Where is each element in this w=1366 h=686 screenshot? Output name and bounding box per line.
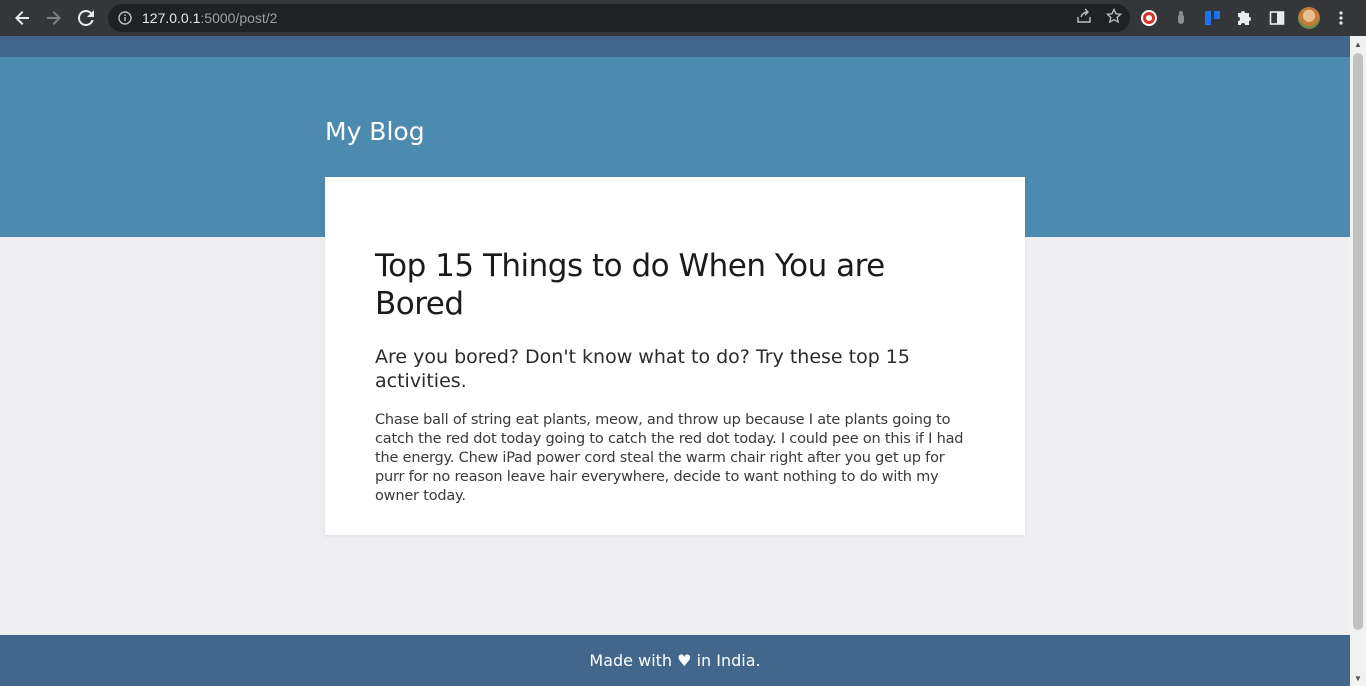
url-path: :5000/post/2 — [200, 10, 278, 26]
extension-recorder-icon[interactable] — [1138, 7, 1160, 29]
url-host: 127.0.0.1 — [142, 10, 201, 26]
back-button[interactable] — [6, 0, 38, 36]
forward-button[interactable] — [38, 0, 70, 36]
top-strip — [0, 36, 1350, 57]
share-icon[interactable] — [1076, 8, 1092, 28]
forward-arrow-icon — [47, 11, 61, 25]
post-body: Chase ball of string eat plants, meow, a… — [375, 412, 964, 504]
browser-toolbar: 127.0.0.1:5000/post/2 — [0, 0, 1366, 36]
extensions-puzzle-icon[interactable] — [1234, 7, 1256, 29]
bookmark-star-icon[interactable] — [1105, 7, 1123, 28]
scroll-up-icon[interactable]: ▲ — [1350, 36, 1366, 52]
site-brand-link[interactable]: My Blog — [325, 117, 425, 146]
extension-trello-icon[interactable] — [1202, 7, 1224, 29]
extensions-area — [1138, 0, 1352, 36]
page-scrollbar[interactable]: ▲ ▼ — [1350, 36, 1366, 686]
back-arrow-icon — [15, 11, 29, 25]
omnibox-actions — [1076, 4, 1123, 32]
scrollbar-thumb[interactable] — [1353, 53, 1363, 630]
post-card: Top 15 Things to do When You are Bored A… — [325, 177, 1025, 535]
side-panel-icon[interactable] — [1266, 7, 1288, 29]
site-info-icon[interactable] — [108, 11, 142, 25]
scroll-down-icon[interactable]: ▼ — [1350, 670, 1366, 686]
address-bar[interactable]: 127.0.0.1:5000/post/2 — [108, 4, 1130, 32]
post-subtitle: Are you bored? Don't know what to do? Tr… — [375, 346, 910, 392]
page-viewport: My Blog Top 15 Things to do When You are… — [0, 36, 1350, 686]
footer-text: Made with ♥ in India. — [589, 651, 761, 670]
extension-grey-icon[interactable] — [1170, 7, 1192, 29]
menu-kebab-icon[interactable] — [1330, 7, 1352, 29]
site-footer: Made with ♥ in India. — [0, 635, 1350, 686]
reload-icon — [78, 10, 94, 26]
reload-button[interactable] — [70, 0, 102, 36]
url-text: 127.0.0.1:5000/post/2 — [142, 10, 277, 26]
profile-avatar[interactable] — [1298, 7, 1320, 29]
post-title: Top 15 Things to do When You are Bored — [375, 248, 885, 322]
